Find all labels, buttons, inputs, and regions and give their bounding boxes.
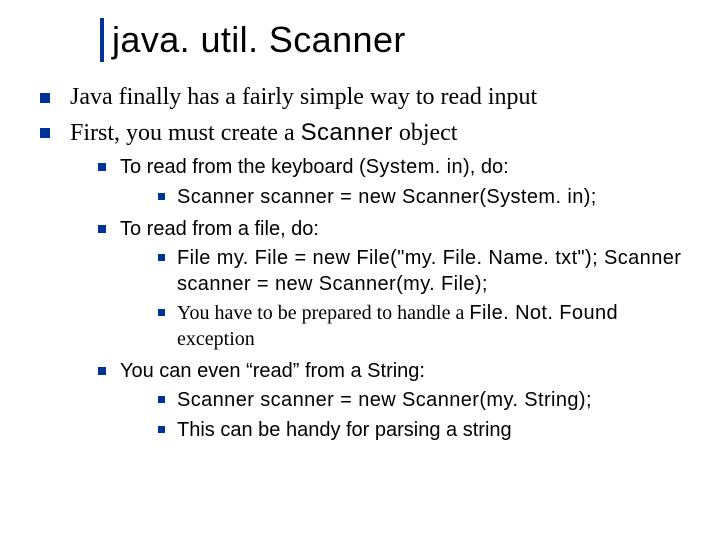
bullet-item: File my. File = new File("my. File. Name… — [158, 246, 690, 297]
text-fragment: First, you must create a — [70, 120, 301, 146]
bullet-list-level3: Scanner scanner = new Scanner(System. in… — [158, 185, 690, 211]
square-bullet-icon — [158, 193, 165, 200]
code-line: File my. File = new File("my. File. Name… — [177, 246, 690, 297]
bullet-text: First, you must create a Scanner object — [70, 117, 690, 149]
bullet-item: Java finally has a fairly simple way to … — [40, 82, 690, 113]
code-line: Scanner scanner = new Scanner(my. String… — [177, 388, 690, 414]
slide-title: java. util. Scanner — [112, 19, 406, 61]
bullet-list-level2: To read from a file, do: — [98, 217, 690, 243]
square-bullet-icon — [158, 426, 165, 433]
code-line: Scanner scanner = new Scanner(System. in… — [177, 185, 690, 211]
bullet-list-level3: Scanner scanner = new Scanner(my. String… — [158, 388, 690, 443]
bullet-item: To read from a file, do: — [98, 217, 690, 243]
square-bullet-icon — [158, 396, 165, 403]
bullet-text: To read from a file, do: — [120, 217, 690, 243]
square-bullet-icon — [40, 93, 50, 103]
bullet-text: You can even “read” from a String: — [120, 359, 690, 385]
bullet-text: This can be handy for parsing a string — [177, 418, 690, 444]
square-bullet-icon — [98, 163, 106, 171]
square-bullet-icon — [98, 367, 106, 375]
text-fragment: ), do: — [463, 156, 509, 178]
square-bullet-icon — [98, 225, 106, 233]
code-fragment: File. Not. Found — [469, 302, 618, 324]
bullet-list-level1: Java finally has a fairly simple way to … — [40, 82, 690, 149]
square-bullet-icon — [158, 309, 165, 316]
code-fragment: System. in — [366, 156, 463, 178]
title-wrap: java. util. Scanner — [100, 18, 690, 62]
bullet-item: You have to be prepared to handle a File… — [158, 301, 690, 352]
bullet-item: You can even “read” from a String: — [98, 359, 690, 385]
bullet-item: This can be handy for parsing a string — [158, 418, 690, 444]
bullet-list-level2: To read from the keyboard (System. in), … — [98, 155, 690, 181]
bullet-item: To read from the keyboard (System. in), … — [98, 155, 690, 181]
bullet-text: To read from the keyboard (System. in), … — [120, 155, 690, 181]
title-accent-bar — [100, 18, 104, 62]
bullet-item: First, you must create a Scanner object — [40, 117, 690, 149]
text-fragment: To read from the keyboard ( — [120, 156, 366, 178]
square-bullet-icon — [158, 254, 165, 261]
text-fragment: exception — [177, 328, 255, 350]
bullet-text: You have to be prepared to handle a File… — [177, 301, 690, 352]
text-fragment: object — [393, 120, 458, 146]
square-bullet-icon — [40, 128, 50, 138]
slide: java. util. Scanner Java finally has a f… — [0, 0, 720, 540]
bullet-item: Scanner scanner = new Scanner(my. String… — [158, 388, 690, 414]
code-fragment: Scanner — [301, 119, 393, 146]
bullet-item: Scanner scanner = new Scanner(System. in… — [158, 185, 690, 211]
text-fragment: You have to be prepared to handle a — [177, 302, 469, 324]
bullet-list-level2: You can even “read” from a String: — [98, 359, 690, 385]
bullet-text: Java finally has a fairly simple way to … — [70, 82, 690, 113]
bullet-list-level3: File my. File = new File("my. File. Name… — [158, 246, 690, 352]
